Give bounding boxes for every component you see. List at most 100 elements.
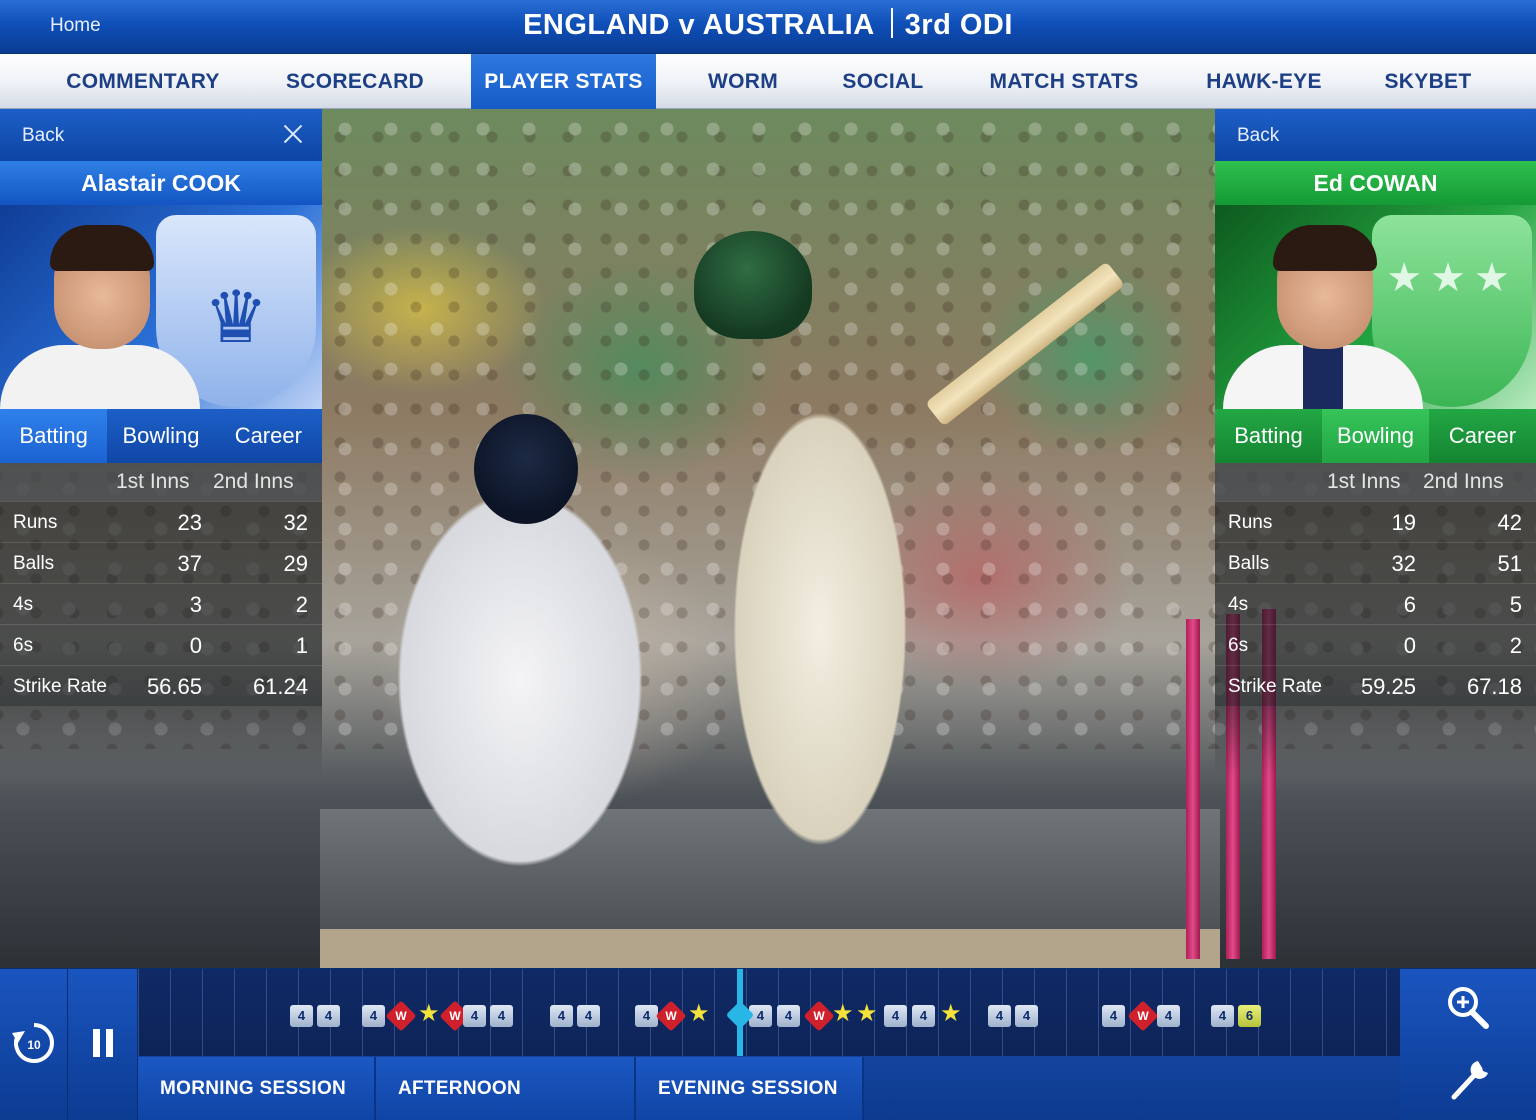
tab-hawk-eye[interactable]: HAWK-EYE — [1188, 54, 1340, 109]
back-button[interactable]: Back — [1237, 125, 1279, 147]
four-ball-marker[interactable]: 4 — [550, 1005, 573, 1027]
tab-worm[interactable]: WORM — [686, 54, 800, 109]
stat-row-strike-rate: Strike Rate 56.65 61.24 — [0, 665, 322, 706]
four-ball-marker[interactable]: 4 — [1211, 1005, 1234, 1027]
session-tabs: MORNING SESSION AFTERNOON SESSION EVENIN… — [138, 1057, 864, 1120]
stat-1st-inns: 32 — [1391, 551, 1416, 576]
stat-2nd-inns: 2 — [295, 592, 308, 617]
stump — [1186, 619, 1200, 959]
four-ball-marker[interactable]: 4 — [317, 1005, 340, 1027]
stat-row-6s: 6s 0 2 — [1215, 624, 1536, 665]
four-ball-marker[interactable]: 4 — [988, 1005, 1011, 1027]
player-shirt — [0, 345, 200, 409]
tab-scorecard[interactable]: SCORECARD — [262, 54, 448, 109]
four-ball-marker[interactable]: 4 — [884, 1005, 907, 1027]
stat-1st-inns: 56.65 — [146, 674, 202, 699]
zoom-in-icon[interactable] — [1448, 987, 1489, 1029]
back-button[interactable]: Back — [22, 125, 64, 147]
player-panel-right: Back Ed COWAN ★★★ Batting Bowling Career… — [1215, 109, 1536, 776]
match-title-game: 3rd ODI — [904, 9, 1013, 41]
panel-header: Back — [0, 109, 322, 161]
tab-afternoon-session[interactable]: AFTERNOON SESSION — [376, 1057, 636, 1120]
stat-row-4s: 4s 3 2 — [0, 583, 322, 624]
tab-morning-session[interactable]: MORNING SESSION — [138, 1057, 376, 1120]
player-hair — [50, 225, 154, 271]
subtab-bowling[interactable]: Bowling — [107, 409, 215, 463]
wrench-icon[interactable] — [1451, 1061, 1488, 1100]
player-photo — [1223, 205, 1423, 409]
stat-row-runs: Runs 23 32 — [0, 501, 322, 542]
subtab-career[interactable]: Career — [214, 409, 322, 463]
player-name: Ed COWAN — [1215, 161, 1536, 205]
batsman-helmet — [694, 231, 812, 339]
highlight-star-icon[interactable]: ★ — [832, 999, 854, 1028]
stat-label: Runs — [1228, 512, 1273, 533]
four-ball-marker[interactable]: 4 — [1015, 1005, 1038, 1027]
stat-row-4s: 4s 6 5 — [1215, 583, 1536, 624]
subtab-career[interactable]: Career — [1429, 409, 1536, 463]
stat-2nd-inns: 5 — [1509, 592, 1522, 617]
stat-2nd-inns: 32 — [283, 510, 308, 535]
tab-skybet[interactable]: SKYBET — [1370, 54, 1486, 109]
stat-1st-inns: 0 — [1403, 633, 1416, 658]
four-ball-marker[interactable]: 4 — [362, 1005, 385, 1027]
tab-player-stats[interactable]: PLAYER STATS — [471, 54, 656, 109]
stat-row-balls: Balls 37 29 — [0, 542, 322, 583]
stats-fade — [0, 706, 322, 776]
stat-row-balls: Balls 32 51 — [1215, 542, 1536, 583]
panel-header: Back — [1215, 109, 1536, 161]
ball-timeline[interactable]: 4 4 4 W ★ W 4 4 4 4 4 W ★ 4 4 W ★ ★ 4 4 … — [138, 969, 1400, 1056]
wicket-label: W — [395, 1009, 407, 1023]
match-title-teams: ENGLAND v AUSTRALIA — [523, 9, 875, 41]
four-ball-marker[interactable]: 4 — [777, 1005, 800, 1027]
highlight-star-icon[interactable]: ★ — [418, 999, 440, 1028]
stat-1st-inns: 3 — [189, 592, 202, 617]
four-ball-marker[interactable]: 4 — [635, 1005, 658, 1027]
wicket-label: W — [665, 1009, 677, 1023]
highlight-star-icon[interactable]: ★ — [940, 999, 962, 1028]
player-name: Alastair COOK — [0, 161, 322, 205]
stat-1st-inns: 23 — [177, 510, 202, 535]
highlight-star-icon[interactable]: ★ — [856, 999, 878, 1028]
title-separator — [890, 8, 893, 38]
six-ball-marker[interactable]: 6 — [1238, 1005, 1261, 1027]
subtab-batting[interactable]: Batting — [1215, 409, 1322, 463]
four-ball-marker[interactable]: 4 — [1157, 1005, 1180, 1027]
stat-2nd-inns: 2 — [1509, 633, 1522, 658]
tab-commentary[interactable]: COMMENTARY — [40, 54, 246, 109]
stat-2nd-inns: 1 — [295, 633, 308, 658]
main-tab-bar: COMMENTARY SCORECARD PLAYER STATS WORM S… — [0, 54, 1536, 109]
subtab-bowling[interactable]: Bowling — [1322, 409, 1429, 463]
match-title: ENGLAND v AUSTRALIA 3rd ODI — [0, 8, 1536, 42]
stat-row-runs: Runs 19 42 — [1215, 501, 1536, 542]
four-ball-marker[interactable]: 4 — [577, 1005, 600, 1027]
stats-table: 1st Inns 2nd Inns Runs 19 42 Balls 32 51… — [1215, 463, 1536, 706]
player-portrait: ★★★ — [1215, 205, 1536, 409]
four-ball-marker[interactable]: 4 — [290, 1005, 313, 1027]
subtab-batting[interactable]: Batting — [0, 409, 108, 463]
highlight-star-icon[interactable]: ★ — [688, 999, 710, 1028]
stat-1st-inns: 6 — [1403, 592, 1416, 617]
stat-label: 4s — [13, 594, 34, 615]
close-icon[interactable] — [278, 119, 308, 149]
pause-button[interactable] — [68, 969, 138, 1120]
stat-2nd-inns: 51 — [1497, 551, 1522, 576]
four-ball-marker[interactable]: 4 — [912, 1005, 935, 1027]
stat-label: 6s — [13, 635, 34, 656]
tab-match-stats[interactable]: MATCH STATS — [970, 54, 1158, 109]
stat-1st-inns: 19 — [1391, 510, 1416, 535]
stat-label: Balls — [1228, 553, 1270, 574]
replay-button[interactable]: 10 — [0, 969, 68, 1120]
tools-icons — [1448, 987, 1489, 1100]
wicket-label: W — [813, 1009, 825, 1023]
four-ball-marker[interactable]: 4 — [490, 1005, 513, 1027]
four-ball-marker[interactable]: 4 — [1102, 1005, 1125, 1027]
replay-10-icon: 10 — [12, 1023, 54, 1063]
stat-1st-inns: 0 — [189, 633, 202, 658]
tab-social[interactable]: SOCIAL — [826, 54, 940, 109]
four-ball-marker[interactable]: 4 — [463, 1005, 486, 1027]
player-shirt — [1223, 345, 1423, 409]
tab-evening-session[interactable]: EVENING SESSION — [636, 1057, 864, 1120]
stats-fade — [1215, 706, 1536, 776]
playback-bar: 10 4 4 4 W ★ W 4 4 4 4 4 W ★ 4 4 W ★ ★ 4… — [0, 968, 1536, 1120]
